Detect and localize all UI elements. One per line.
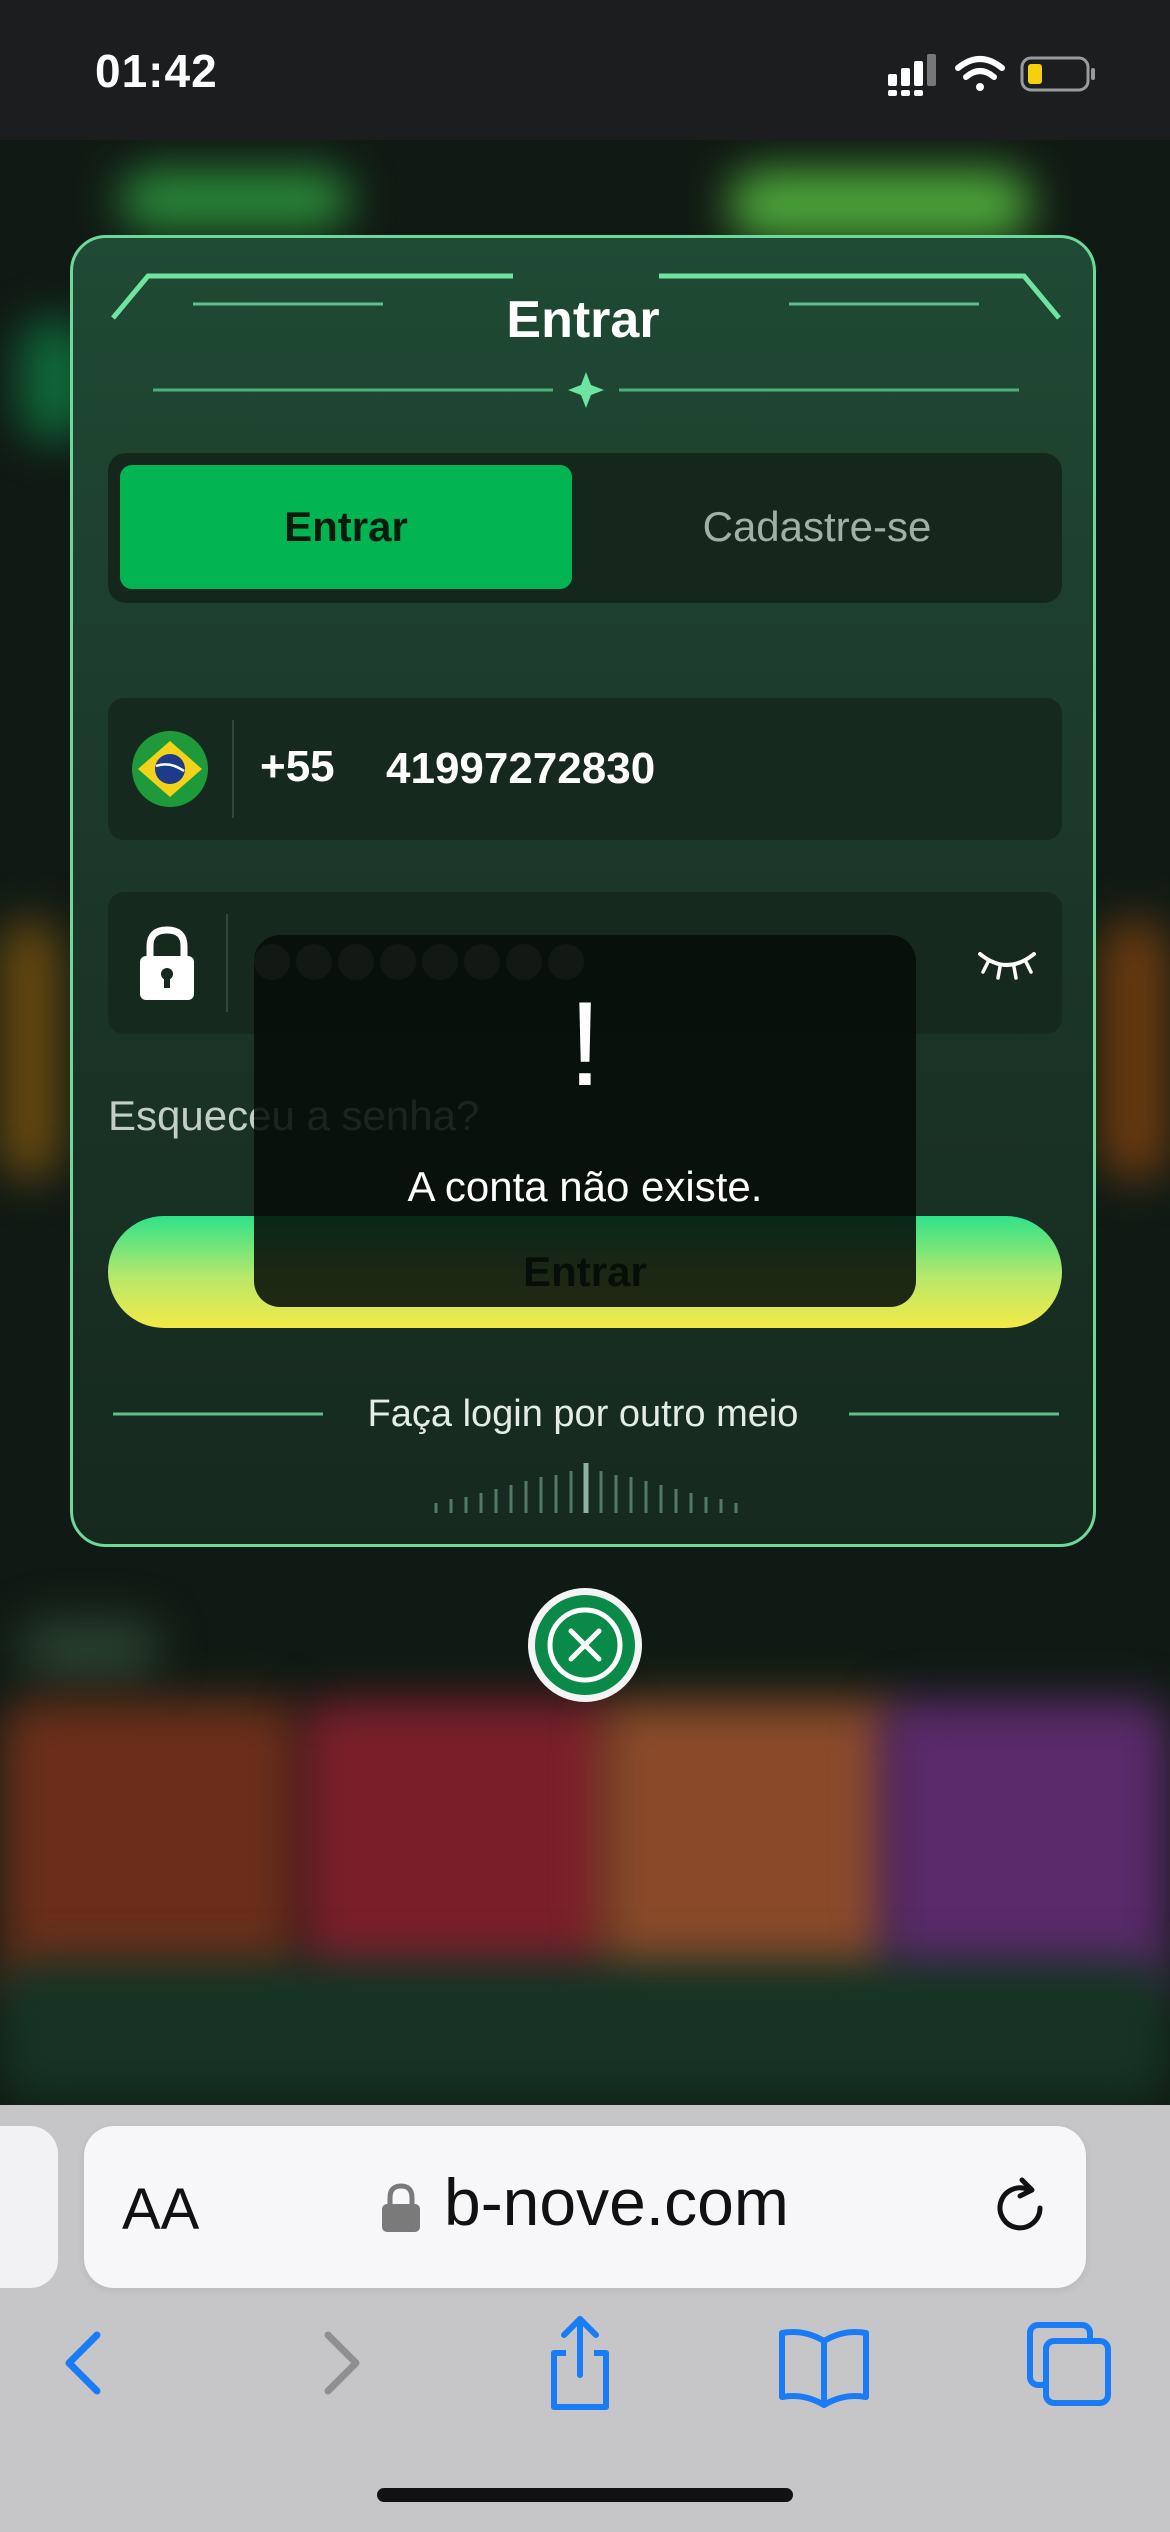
- battery-icon: [1020, 56, 1095, 92]
- address-bar[interactable]: AA b-nove.com: [84, 2126, 1086, 2288]
- auth-tabs: Entrar Cadastre-se: [108, 453, 1062, 603]
- cellular-signal-icon: [888, 54, 936, 96]
- error-toast: ! A conta não existe.: [254, 935, 916, 1307]
- toast-message: A conta não existe.: [407, 1163, 763, 1210]
- lock-icon: [382, 2183, 420, 2232]
- wifi-icon: [955, 56, 1005, 91]
- text-size-button[interactable]: AA: [122, 2176, 199, 2243]
- eye-closed-icon[interactable]: [976, 942, 1038, 982]
- previous-tab-preview[interactable]: [0, 2126, 58, 2288]
- phone-field: +55: [108, 698, 1062, 840]
- tab-login[interactable]: Entrar: [120, 465, 572, 589]
- back-icon[interactable]: [35, 2313, 135, 2413]
- url-text[interactable]: b-nove.com: [444, 2164, 789, 2240]
- modal-title: Entrar: [506, 291, 660, 349]
- loading-ticks: [434, 1463, 738, 1513]
- status-time: 01:42: [95, 45, 218, 97]
- reload-icon[interactable]: [984, 2172, 1056, 2244]
- login-modal: Entrar Entrar Cadastre-se +55 4199727283…: [70, 235, 1096, 1547]
- status-icons: [888, 54, 1095, 96]
- tabs-icon[interactable]: [1020, 2313, 1120, 2413]
- tab-register[interactable]: Cadastre-se: [584, 465, 1050, 589]
- status-bar: 01:42: [0, 0, 1170, 140]
- other-login-label: Faça login por outro meio: [367, 1393, 799, 1435]
- bookmarks-icon[interactable]: [774, 2313, 874, 2413]
- country-code[interactable]: +55: [260, 742, 335, 792]
- close-icon[interactable]: [525, 1585, 645, 1705]
- lock-icon: [140, 926, 194, 1000]
- brazil-flag-icon[interactable]: [132, 731, 208, 807]
- share-icon[interactable]: [530, 2313, 630, 2413]
- field-divider: [226, 914, 228, 1012]
- browser-toolbar: AA b-nove.com: [0, 2105, 1170, 2532]
- browser-nav-row: [0, 2313, 1170, 2423]
- home-indicator: [377, 2488, 793, 2502]
- phone-input[interactable]: [386, 726, 986, 812]
- field-divider: [232, 720, 234, 818]
- alert-icon: !: [568, 977, 602, 1111]
- forward-icon[interactable]: [290, 2313, 390, 2413]
